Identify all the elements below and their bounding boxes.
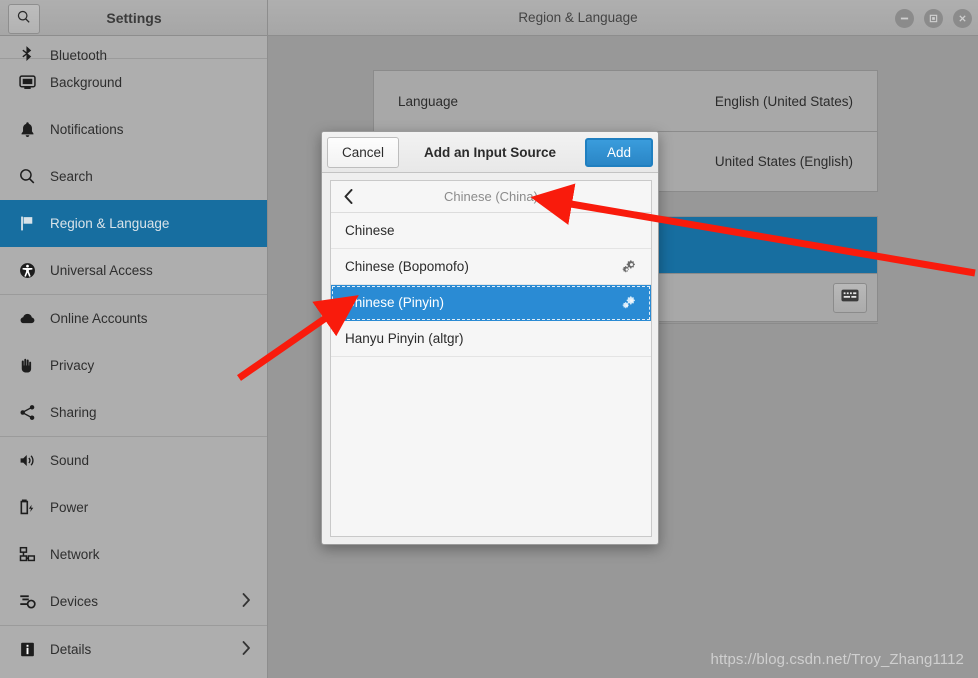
input-source-list-item[interactable]: Chinese (Pinyin) bbox=[331, 285, 651, 321]
speaker-icon bbox=[16, 451, 38, 471]
sidebar-item-label: Power bbox=[50, 500, 89, 515]
sidebar-item-label: Background bbox=[50, 75, 123, 90]
chevron-right-icon bbox=[242, 640, 251, 659]
settings-window: Settings Region & Language Bluetooth Back… bbox=[0, 0, 978, 678]
close-button[interactable] bbox=[953, 8, 972, 28]
info-icon bbox=[16, 640, 38, 660]
sidebar-item-label: Details bbox=[50, 642, 92, 657]
cloud-icon bbox=[16, 309, 38, 329]
sidebar-item-notifications[interactable]: Notifications bbox=[0, 106, 267, 153]
accessibility-icon bbox=[16, 261, 38, 281]
sidebar-item-sharing[interactable]: Sharing bbox=[0, 389, 267, 436]
sidebar-item-network[interactable]: Network bbox=[0, 531, 267, 578]
sidebar-item-label: Devices bbox=[50, 594, 99, 609]
sidebar-item-label: Network bbox=[50, 547, 100, 562]
preferences-gear-icon[interactable] bbox=[621, 295, 637, 311]
sidebar-item-background[interactable]: Background bbox=[0, 59, 267, 106]
language-label: Language bbox=[398, 93, 459, 109]
minimize-button[interactable] bbox=[895, 8, 914, 28]
sidebar-item-details[interactable]: Details bbox=[0, 626, 267, 673]
network-icon bbox=[16, 545, 38, 565]
window-controls bbox=[895, 0, 972, 36]
power-battery-icon bbox=[16, 498, 38, 518]
app-title: Settings bbox=[106, 10, 162, 26]
sidebar-item-label: Universal Access bbox=[50, 263, 153, 278]
input-source-label: Chinese (Bopomofo) bbox=[345, 259, 469, 274]
input-source-current-value: United States (English) bbox=[714, 154, 853, 169]
maximize-button[interactable] bbox=[924, 8, 943, 28]
chevron-left-icon[interactable] bbox=[331, 181, 365, 212]
sidebar-item-label: Privacy bbox=[50, 358, 95, 373]
input-source-list-item[interactable]: Hanyu Pinyin (altgr) bbox=[331, 321, 651, 357]
input-source-label: Chinese (Pinyin) bbox=[345, 295, 445, 310]
sidebar-item-privacy[interactable]: Privacy bbox=[0, 342, 267, 389]
sidebar-item-label: Sound bbox=[50, 453, 90, 468]
bell-icon bbox=[16, 120, 38, 140]
input-source-list-item[interactable]: Chinese bbox=[331, 213, 651, 249]
sidebar-item-label: Region & Language bbox=[50, 216, 170, 231]
hand-icon bbox=[16, 356, 38, 376]
input-source-list-title: Chinese (China) bbox=[444, 189, 538, 204]
language-value: English (United States) bbox=[714, 93, 853, 109]
sidebar-item-power[interactable]: Power bbox=[0, 484, 267, 531]
input-source-label: Hanyu Pinyin (altgr) bbox=[345, 331, 464, 346]
add-input-source-dialog: Cancel Add an Input Source Add Chinese (… bbox=[321, 131, 659, 545]
sidebar-item-online-accounts[interactable]: Online Accounts bbox=[0, 295, 267, 342]
sidebar-item-search[interactable]: Search bbox=[0, 153, 267, 200]
watermark-text: https://blog.csdn.net/Troy_Zhang1112 bbox=[710, 651, 964, 668]
sidebar-item-region-language[interactable]: Region & Language bbox=[0, 200, 267, 247]
dialog-header: Cancel Add an Input Source Add bbox=[322, 132, 658, 173]
sidebar-item-devices[interactable]: Devices bbox=[0, 578, 267, 625]
dialog-body: Chinese (China) Chinese Chinese (Bopomofo… bbox=[330, 180, 652, 537]
input-source-list-header: Chinese (China) bbox=[331, 181, 651, 213]
share-icon bbox=[16, 403, 38, 423]
settings-sidebar[interactable]: Bluetooth Background Notifications Search Re… bbox=[0, 36, 268, 678]
keyboard-icon bbox=[841, 289, 859, 307]
background-icon bbox=[16, 73, 38, 93]
sidebar-item-label: Online Accounts bbox=[50, 311, 148, 326]
input-source-list[interactable]: Chinese Chinese (Bopomofo) Chinese (Pinyin… bbox=[331, 213, 651, 357]
keyboard-layout-button[interactable] bbox=[833, 282, 867, 313]
add-button[interactable]: Add bbox=[584, 137, 653, 167]
chevron-right-icon bbox=[242, 592, 251, 611]
flag-icon bbox=[16, 214, 38, 234]
cancel-button[interactable]: Cancel bbox=[327, 136, 400, 168]
preferences-gear-icon[interactable] bbox=[621, 259, 637, 275]
devices-icon bbox=[16, 592, 38, 612]
sidebar-item-bluetooth[interactable]: Bluetooth bbox=[0, 36, 267, 63]
page-title: Region & Language bbox=[518, 10, 638, 25]
input-source-list-item[interactable]: Chinese (Bopomofo) bbox=[331, 249, 651, 285]
window-titlebar: Settings Region & Language bbox=[0, 0, 978, 36]
language-row[interactable]: Language English (United States) bbox=[374, 71, 877, 131]
input-source-label: Chinese bbox=[345, 223, 395, 238]
sidebar-item-universal-access[interactable]: Universal Access bbox=[0, 247, 267, 294]
sidebar-item-label: Sharing bbox=[50, 405, 97, 420]
sidebar-item-label: Notifications bbox=[50, 122, 124, 137]
search-icon bbox=[16, 167, 38, 187]
sidebar-item-label: Search bbox=[50, 169, 93, 184]
sidebar-item-sound[interactable]: Sound bbox=[0, 437, 267, 484]
